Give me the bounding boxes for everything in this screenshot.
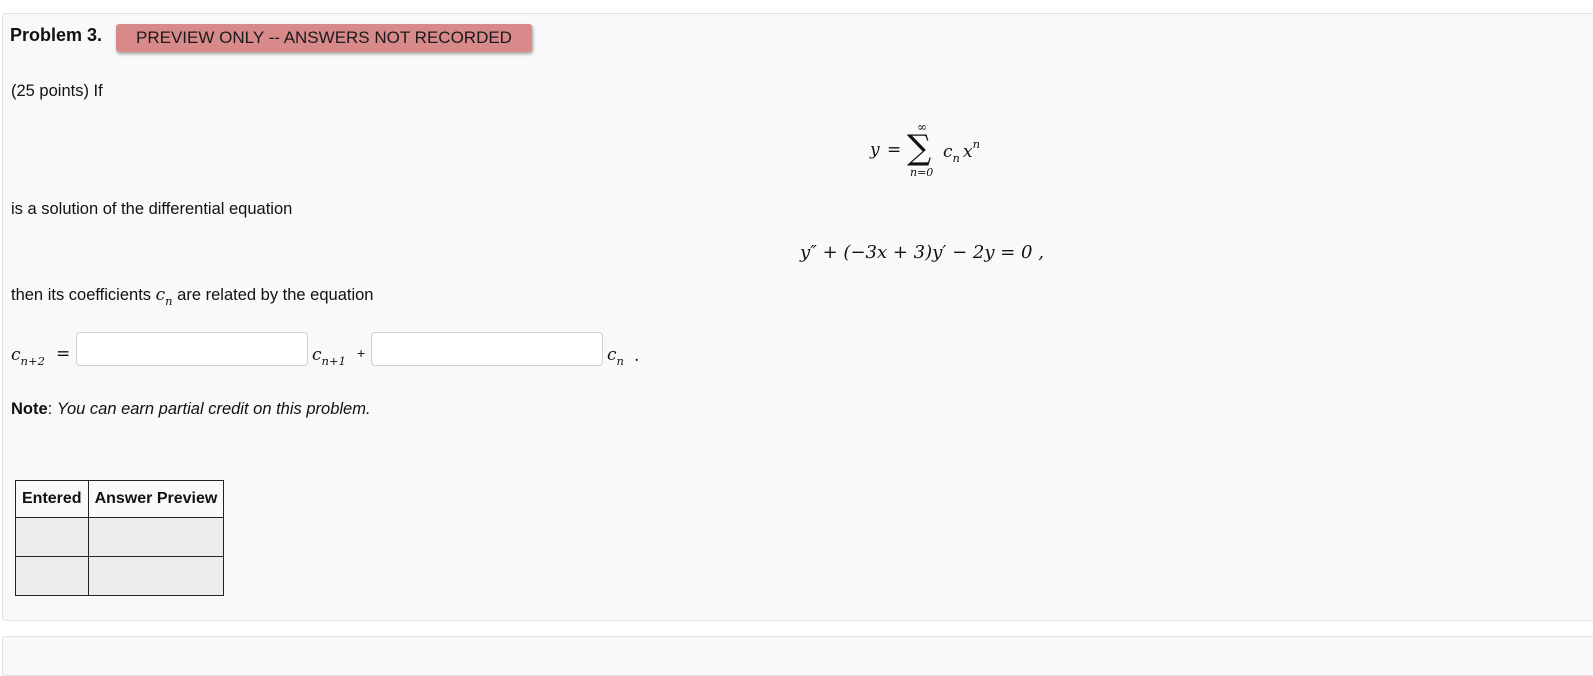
coefficient-symbol: cn xyxy=(155,285,173,308)
entered-header: Entered xyxy=(15,480,89,518)
entered-cell xyxy=(15,556,89,596)
solution-text: is a solution of the differential equati… xyxy=(11,200,293,218)
note-label: Note xyxy=(11,400,48,418)
recurrence-lhs: cn+2 xyxy=(11,345,45,368)
series-c: cn xyxy=(943,142,960,165)
series-c-letter: c xyxy=(943,142,953,162)
recurrence-period: . xyxy=(634,346,640,366)
answer-preview-cell xyxy=(87,517,225,557)
note: Note: You can earn partial credit on thi… xyxy=(11,400,371,419)
note-text: You can earn partial credit on this prob… xyxy=(56,400,371,418)
coefficient-letter: c xyxy=(155,285,166,305)
points-text: (25 points) If xyxy=(11,82,103,100)
sum-symbol: ∑ xyxy=(907,128,932,168)
coefficients-text: then its coefficients cn are related by … xyxy=(11,285,374,308)
term1-sub: n+1 xyxy=(321,354,346,368)
recurrence-equals: = xyxy=(56,344,71,364)
term2-letter: c xyxy=(607,345,617,365)
answer-preview-cell xyxy=(87,556,225,596)
differential-equation: y″ + (−3x + 3)y′ − 2y = 0 , xyxy=(800,242,1044,263)
table-row xyxy=(15,556,225,596)
answer-input-2[interactable] xyxy=(371,332,603,366)
coefficient-sub: n xyxy=(165,294,173,308)
problem-title: Problem 3. xyxy=(10,25,103,45)
answer-input-1[interactable] xyxy=(76,332,308,366)
lhs-letter: c xyxy=(11,345,21,365)
entered-cell xyxy=(15,517,89,557)
problem-panel xyxy=(2,13,1593,621)
sum-lower-limit: n=0 xyxy=(910,166,934,179)
coefficients-text-after: are related by the equation xyxy=(177,286,374,304)
term2-sub: n xyxy=(616,354,624,368)
answer-preview-header: Answer Preview xyxy=(87,480,225,518)
results-header-row: Entered Answer Preview xyxy=(15,480,225,518)
series-x-letter: x xyxy=(963,142,973,162)
series-c-sub: n xyxy=(952,151,960,165)
next-problem-panel xyxy=(2,636,1593,676)
note-colon: : xyxy=(47,400,53,418)
series-x: xn xyxy=(963,137,980,162)
results-table: Entered Answer Preview xyxy=(15,480,225,596)
series-equals: = xyxy=(887,140,902,160)
preview-only-badge: PREVIEW ONLY -- ANSWERS NOT RECORDED xyxy=(116,24,532,52)
series-x-sup: n xyxy=(972,137,981,151)
recurrence-term1: cn+1 xyxy=(312,345,346,368)
term1-letter: c xyxy=(312,345,322,365)
lhs-sub: n+2 xyxy=(20,354,45,368)
coefficients-text-before: then its coefficients xyxy=(11,286,152,304)
recurrence-term2: cn xyxy=(607,345,624,368)
table-row xyxy=(15,517,225,557)
series-y: y xyxy=(870,140,880,160)
recurrence-plus: + xyxy=(357,345,366,361)
